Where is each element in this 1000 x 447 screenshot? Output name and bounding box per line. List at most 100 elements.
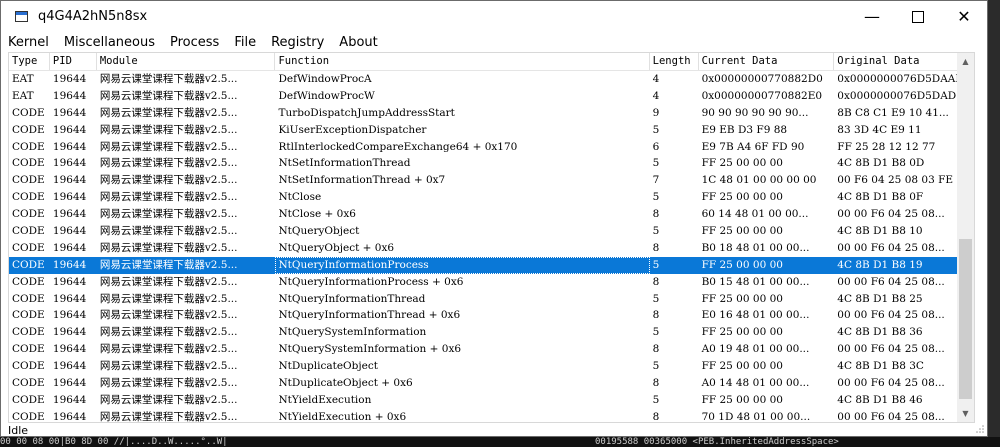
minimize-button[interactable]: — bbox=[849, 1, 895, 32]
table-cell: 8 bbox=[652, 343, 660, 356]
scroll-down-icon[interactable]: ▼ bbox=[957, 405, 974, 422]
menu-kernel[interactable]: Kernel bbox=[1, 35, 57, 50]
table-cell: 网易云课堂课程下载器v2.5... bbox=[99, 377, 238, 390]
table-row[interactable]: CODE 19644 网易云课堂课程下载器v2.5... NtClose 5 FF 25 … bbox=[9, 189, 974, 206]
column-header-length[interactable]: Length bbox=[650, 53, 699, 70]
menu-file[interactable]: File bbox=[227, 35, 264, 50]
table-cell: FF 25 00 00 00 bbox=[701, 326, 783, 339]
table-body: EAT 19644 网易云课堂课程下载器v2.5... DefWindowProcA 4… bbox=[9, 71, 974, 423]
table-cell: NtQuerySystemInformation bbox=[278, 326, 427, 339]
table-cell: 5 bbox=[652, 292, 660, 305]
table-cell: 19644 bbox=[52, 275, 87, 288]
close-button[interactable]: ✕ bbox=[941, 1, 987, 32]
table-row[interactable]: CODE 19644 网易云课堂课程下载器v2.5... NtQueryInforma… bbox=[9, 256, 974, 274]
minimize-icon: — bbox=[864, 7, 880, 26]
table-row[interactable]: CODE 19644 网易云课堂课程下载器v2.5... NtClose + 0x6 8… bbox=[9, 206, 974, 223]
maximize-icon bbox=[912, 10, 924, 23]
table-cell: NtQueryInformationThread bbox=[278, 292, 426, 305]
menu-about[interactable]: About bbox=[332, 35, 385, 50]
table-row[interactable]: CODE 19644 网易云课堂课程下载器v2.5... NtQueryObject … bbox=[9, 240, 974, 257]
table-cell: 19644 bbox=[52, 258, 87, 271]
table-cell: NtYieldExecution + 0x6 bbox=[278, 410, 407, 423]
table-cell: CODE bbox=[12, 393, 45, 406]
table-cell: 19644 bbox=[52, 292, 87, 305]
table-cell: 00 00 F6 04 25 08... bbox=[837, 343, 945, 356]
menu-miscellaneous[interactable]: Miscellaneous bbox=[57, 35, 163, 50]
table-cell: 网易云课堂课程下载器v2.5... bbox=[99, 123, 238, 136]
table-cell: 00 00 F6 04 25 08... bbox=[837, 377, 945, 390]
column-header-module[interactable]: Module bbox=[97, 53, 276, 70]
table-cell: 8 bbox=[652, 275, 660, 288]
table-cell: CODE bbox=[12, 225, 45, 238]
table-cell: 网易云课堂课程下载器v2.5... bbox=[99, 241, 238, 254]
table-cell: 19644 bbox=[52, 410, 87, 423]
table-row[interactable]: CODE 19644 网易云课堂课程下载器v2.5... NtSetInformati… bbox=[9, 172, 974, 189]
table-cell: CODE bbox=[12, 174, 45, 187]
table-row[interactable]: EAT 19644 网易云课堂课程下载器v2.5... DefWindowProcA 4… bbox=[9, 71, 974, 88]
table-cell: 4C 8B D1 B8 0F bbox=[837, 191, 924, 204]
table-row[interactable]: CODE 19644 网易云课堂课程下载器v2.5... NtDuplicateObj… bbox=[9, 375, 974, 392]
table-cell: 19644 bbox=[52, 208, 87, 221]
table-cell: 网易云课堂课程下载器v2.5... bbox=[99, 106, 238, 119]
table-cell: 网易云课堂课程下载器v2.5... bbox=[99, 89, 238, 102]
table-row[interactable]: CODE 19644 网易云课堂课程下载器v2.5... NtSetInformati… bbox=[9, 155, 974, 172]
table-row[interactable]: CODE 19644 网易云课堂课程下载器v2.5... NtQueryInforma… bbox=[9, 307, 974, 324]
table-cell: 网易云课堂课程下载器v2.5... bbox=[99, 393, 238, 406]
table-cell: 0x00000000770882D0 bbox=[701, 73, 823, 85]
table-row[interactable]: EAT 19644 网易云课堂课程下载器v2.5... DefWindowProcW 4… bbox=[9, 88, 974, 105]
column-header-current-data[interactable]: Current Data bbox=[699, 53, 835, 70]
column-header-pid[interactable]: PID bbox=[50, 53, 97, 70]
table-cell: 网易云课堂课程下载器v2.5... bbox=[99, 157, 238, 170]
column-header-original-data[interactable]: Original Data bbox=[834, 53, 974, 70]
table-cell: 00 00 F6 04 25 08... bbox=[837, 309, 945, 322]
column-header-function[interactable]: Function bbox=[275, 53, 650, 70]
close-icon: ✕ bbox=[957, 7, 971, 26]
table-cell: 网易云课堂课程下载器v2.5... bbox=[99, 73, 238, 85]
hooks-table: Type PID Module Function Length Current … bbox=[8, 52, 975, 423]
table-row[interactable]: CODE 19644 网易云课堂课程下载器v2.5... NtDuplicateObj… bbox=[9, 358, 974, 375]
table-cell: 4C 8B D1 B8 46 bbox=[837, 393, 923, 406]
maximize-button[interactable] bbox=[895, 1, 941, 32]
table-cell: CODE bbox=[12, 326, 45, 339]
table-header: Type PID Module Function Length Current … bbox=[9, 53, 974, 71]
table-cell: 00 00 F6 04 25 08... bbox=[837, 208, 945, 221]
menu-process[interactable]: Process bbox=[163, 35, 227, 50]
table-cell: 90 90 90 90 90 90... bbox=[701, 106, 809, 119]
table-cell: 83 3D 4C E9 11 bbox=[837, 123, 922, 136]
table-row[interactable]: CODE 19644 网易云课堂课程下载器v2.5... RtlInterlocked… bbox=[9, 139, 974, 156]
table-cell: 70 1D 48 01 00 00... bbox=[701, 410, 811, 423]
table-row[interactable]: CODE 19644 网易云课堂课程下载器v2.5... KiUserExceptio… bbox=[9, 122, 974, 139]
table-cell: NtSetInformationThread + 0x7 bbox=[278, 174, 446, 187]
table-row[interactable]: CODE 19644 网易云课堂课程下载器v2.5... NtYieldExecuti… bbox=[9, 392, 974, 409]
table-cell: NtDuplicateObject + 0x6 bbox=[278, 377, 413, 390]
scroll-up-icon[interactable]: ▲ bbox=[957, 53, 974, 70]
table-cell: EAT bbox=[12, 89, 34, 102]
window-title: q4G4A2hN5n8sx bbox=[38, 9, 148, 24]
scrollbar-thumb[interactable] bbox=[959, 239, 972, 399]
menu-registry[interactable]: Registry bbox=[264, 35, 332, 50]
table-row[interactable]: CODE 19644 网易云课堂课程下载器v2.5... TurboDispatchJ… bbox=[9, 105, 974, 122]
table-cell: CODE bbox=[12, 309, 45, 322]
table-row[interactable]: CODE 19644 网易云课堂课程下载器v2.5... NtQueryInforma… bbox=[9, 291, 974, 308]
table-cell: 网易云课堂课程下载器v2.5... bbox=[99, 191, 238, 204]
table-cell: NtYieldExecution bbox=[278, 393, 372, 406]
table-row[interactable]: CODE 19644 网易云课堂课程下载器v2.5... NtQuerySystemI… bbox=[9, 341, 974, 358]
table-row[interactable]: CODE 19644 网易云课堂课程下载器v2.5... NtQuerySystemI… bbox=[9, 324, 974, 341]
table-cell: 19644 bbox=[52, 326, 87, 339]
table-cell: 19644 bbox=[52, 73, 87, 85]
table-cell: CODE bbox=[12, 410, 45, 423]
table-cell: CODE bbox=[12, 241, 45, 254]
resize-grip-icon[interactable] bbox=[975, 424, 985, 434]
table-cell: CODE bbox=[12, 292, 45, 305]
table-cell: 19644 bbox=[52, 360, 87, 373]
table-cell: 0x0000000076D5DAD7 bbox=[837, 89, 963, 102]
vertical-scrollbar[interactable]: ▲ ▼ bbox=[957, 53, 974, 422]
table-row[interactable]: CODE 19644 网易云课堂课程下载器v2.5... NtQueryObject 5… bbox=[9, 223, 974, 240]
table-cell: 19644 bbox=[52, 191, 87, 204]
table-cell: 8 bbox=[652, 377, 660, 390]
menu-bar: Kernel Miscellaneous Process File Regist… bbox=[1, 32, 987, 52]
column-header-type[interactable]: Type bbox=[9, 53, 50, 70]
table-row[interactable]: CODE 19644 网易云课堂课程下载器v2.5... NtYieldExecuti… bbox=[9, 409, 974, 423]
table-row[interactable]: CODE 19644 网易云课堂课程下载器v2.5... NtQueryInforma… bbox=[9, 274, 974, 291]
table-cell: 4C 8B D1 B8 10 bbox=[837, 225, 923, 238]
